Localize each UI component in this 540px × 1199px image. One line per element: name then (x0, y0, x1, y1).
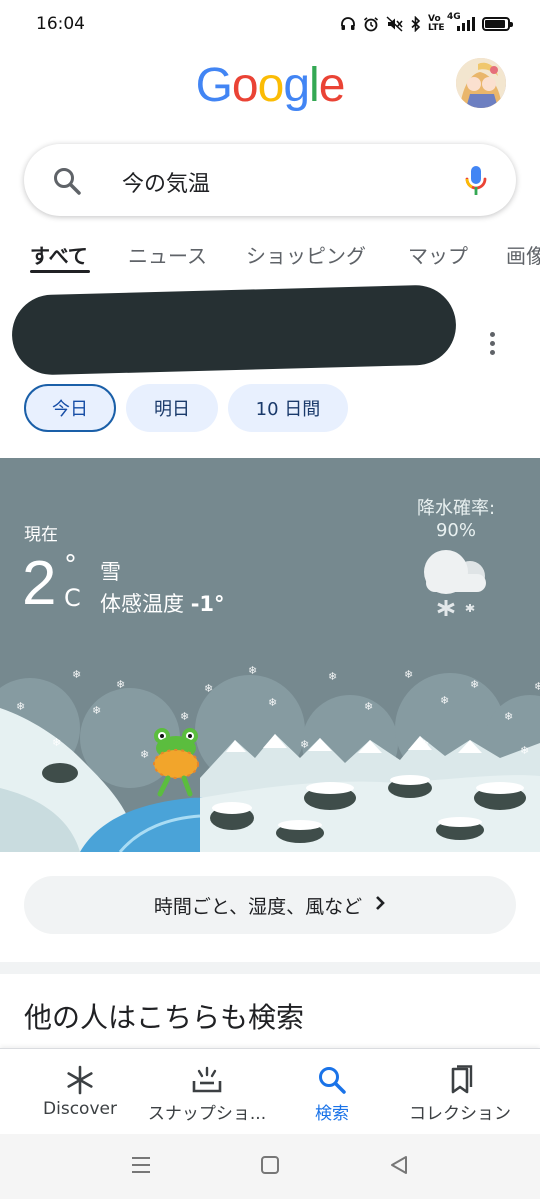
snowflake: ❄ (364, 700, 373, 713)
logo-letter: g (283, 59, 310, 112)
tab-news[interactable]: ニュース (128, 240, 207, 269)
snowflake: ❄ (248, 664, 257, 677)
asterisk-icon (65, 1065, 95, 1095)
signal-4g-icon: 4G (447, 12, 475, 32)
nav-search[interactable]: 検索 (292, 1049, 372, 1135)
weather-condition: 雪 (100, 560, 121, 584)
snowflake: ❄ (16, 700, 25, 713)
nav-collections[interactable]: コレクション (400, 1049, 520, 1135)
logo-letter: o (231, 59, 259, 112)
clock: 16:04 (36, 14, 85, 34)
current-temperature: 2 (22, 549, 57, 618)
bluetooth-icon (411, 16, 421, 32)
search-icon (52, 166, 82, 200)
current-label: 現在 (24, 525, 58, 545)
search-input[interactable]: 今の気温 (122, 166, 210, 198)
snowflake: ❄ (440, 694, 449, 707)
headphones-icon (340, 16, 356, 32)
precipitation-label: 降水確率: (416, 498, 496, 519)
chip-today[interactable]: 今日 (24, 384, 116, 432)
snowflake: ❄ (534, 680, 540, 693)
feels-like-value: -1° (190, 592, 225, 616)
hourly-details-button[interactable]: 時間ごと、湿度、風など (24, 876, 516, 934)
chip-10-days[interactable]: 10 日間 (228, 384, 348, 432)
snapshot-icon (191, 1065, 223, 1095)
more-options-icon[interactable] (490, 332, 500, 359)
nav-discover[interactable]: Discover (20, 1049, 140, 1135)
logo-letter: G (195, 59, 233, 112)
microphone-icon[interactable] (464, 164, 488, 202)
status-bar: 16:04 Vo LTE 4G (0, 0, 540, 48)
snowflake: ❄ (404, 668, 413, 681)
network-type: 4G (447, 12, 461, 22)
tab-all[interactable]: すべて (30, 240, 88, 269)
volte-icon: Vo LTE (428, 14, 445, 33)
nav-label: 検索 (315, 1104, 349, 1124)
collections-icon (446, 1065, 474, 1095)
snowflake: ❄ (420, 738, 429, 751)
details-button-label: 時間ごと、湿度、風など (153, 895, 363, 918)
snowflake: ❄ (52, 736, 61, 749)
snowflake: ❄ (470, 678, 479, 691)
alarm-icon (363, 16, 379, 32)
logo-letter: e (318, 59, 346, 112)
redacted-location-title (11, 284, 457, 376)
nav-label: Discover (43, 1099, 117, 1119)
chevron-right-icon (374, 894, 386, 917)
battery-icon (482, 17, 513, 31)
tab-images[interactable]: 画像 (506, 240, 540, 269)
section-divider (0, 962, 540, 974)
system-navigation-bar (0, 1134, 540, 1199)
weather-card: ❄ ❄ ❄ ❄ ❄ ❄ ❄ ❄ ❄ ❄ ❄ ❄ ❄ ❄ ❄ ❄ ❄ ❄ ❄ ❄ 現在 2 ° C 雪 体感温度 -1°… (0, 458, 540, 852)
search-tabs: すべて ニュース ショッピング マップ 画像 (0, 236, 540, 276)
mute-icon (386, 16, 404, 32)
snowflake: ❄ (504, 710, 513, 723)
snowflake: ❄ (520, 744, 529, 757)
account-avatar[interactable] (456, 58, 506, 108)
search-icon (317, 1065, 347, 1095)
snowflake: ❄ (116, 678, 125, 691)
snowflake: ❄ (204, 682, 213, 695)
status-icons: Vo LTE 4G (340, 12, 513, 33)
battery-level (485, 20, 505, 28)
snow-cloud-icon (418, 546, 494, 620)
snowflake: ❄ (300, 738, 309, 751)
snowflake: ❄ (328, 670, 337, 683)
chip-tomorrow[interactable]: 明日 (126, 384, 218, 432)
related-searches-heading: 他の人はこちらも検索 (24, 1001, 305, 1034)
home-icon[interactable] (259, 1154, 281, 1180)
precipitation-value: 90% (435, 520, 476, 541)
snowflake: ❄ (72, 668, 81, 681)
logo-letter: o (257, 59, 285, 112)
degree-symbol: ° (64, 550, 77, 580)
back-icon[interactable] (388, 1154, 410, 1180)
logo-letter: l (309, 59, 320, 112)
feels-like: 体感温度 -1° (100, 588, 225, 618)
nav-label: スナップショ... (147, 1104, 267, 1124)
menu-icon[interactable] (130, 1154, 152, 1180)
nav-snapshot[interactable]: スナップショ... (146, 1049, 268, 1135)
tab-shopping[interactable]: ショッピング (246, 240, 366, 269)
active-tab-indicator (30, 270, 90, 273)
search-bar[interactable]: 今の気温 (24, 144, 516, 216)
feels-like-label: 体感温度 (100, 592, 184, 616)
tab-maps[interactable]: マップ (408, 240, 468, 269)
bottom-navigation: Discover スナップショ... 検索 コレクション (0, 1048, 540, 1134)
snowflake: ❄ (92, 704, 101, 717)
snowflake: ❄ (140, 748, 149, 761)
snowflake: ❄ (268, 696, 277, 709)
nav-label: コレクション (409, 1104, 511, 1124)
snowflake: ❄ (180, 710, 189, 723)
unit-celsius-toggle[interactable]: C (64, 584, 81, 612)
